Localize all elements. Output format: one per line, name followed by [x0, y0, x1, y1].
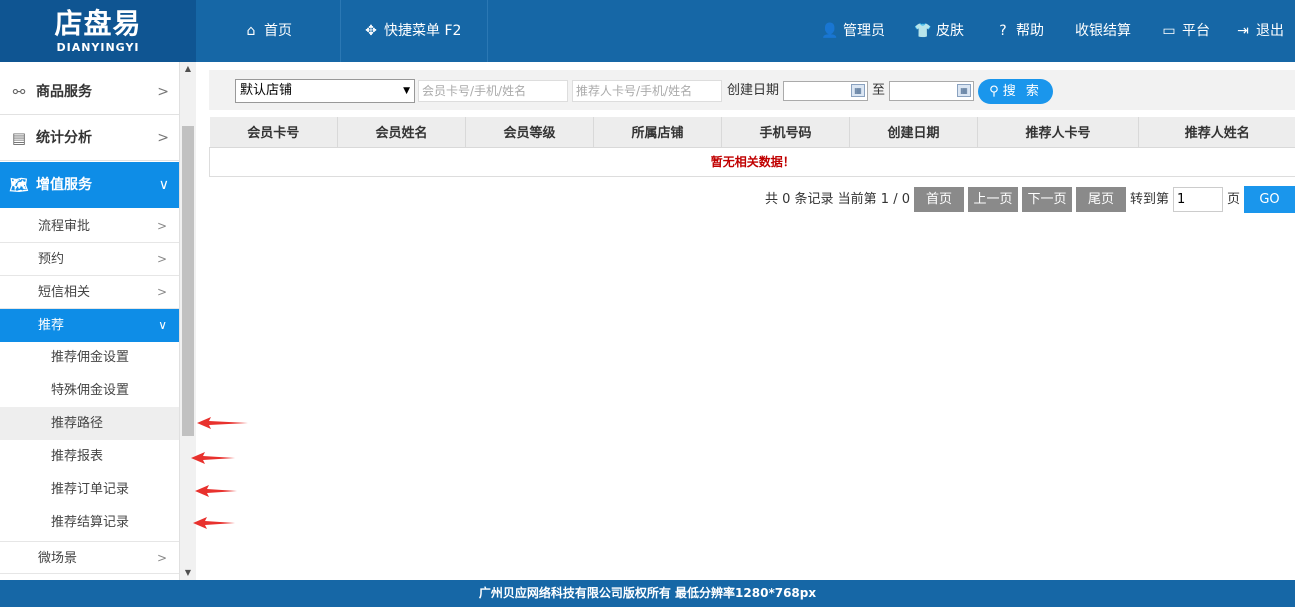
- chart-icon: ▤: [11, 129, 27, 147]
- copyright-text: 广州贝应网络科技有限公司版权所有 最低分辨率1280*768px: [478, 586, 817, 600]
- column-header: 推荐人姓名: [1138, 117, 1295, 148]
- sidebar-item-booking[interactable]: 预约 >: [0, 243, 179, 276]
- column-header: 会员姓名: [337, 117, 466, 148]
- end-date-input[interactable]: ▦: [889, 81, 974, 101]
- logout-icon: ⇥: [1237, 23, 1249, 39]
- red-arrow-icon: [191, 452, 235, 464]
- nav-skin[interactable]: 👕 皮肤: [914, 0, 964, 62]
- referrer-search-input[interactable]: 推荐人卡号/手机/姓名: [572, 80, 722, 102]
- dropdown-arrow-icon: ▼: [403, 86, 410, 96]
- scroll-down-icon[interactable]: ▼: [180, 566, 196, 580]
- store-select[interactable]: 默认店铺 ▼: [235, 79, 415, 103]
- search-button[interactable]: ⚲ 搜 索: [978, 79, 1053, 104]
- sidebar-item-approval[interactable]: 流程审批 >: [0, 210, 179, 243]
- nav-logout[interactable]: ⇥ 退出: [1234, 0, 1284, 62]
- nav-divider: [340, 0, 341, 62]
- nav-quick-menu[interactable]: ✥ 快捷菜单 F2: [362, 0, 461, 62]
- member-search-input[interactable]: 会员卡号/手机/姓名: [418, 80, 568, 102]
- logo[interactable]: 店盘易 DIANYINGYI: [0, 0, 196, 62]
- page-unit-label: 页: [1227, 192, 1241, 207]
- monitor-icon: ▭: [1162, 23, 1176, 39]
- link-icon: ⚯: [12, 83, 26, 101]
- search-icon: ⚲: [989, 84, 999, 99]
- column-header: 推荐人卡号: [977, 117, 1139, 148]
- footer: 广州贝应网络科技有限公司版权所有 最低分辨率1280*768px: [0, 580, 1295, 607]
- table-header-row: 会员卡号 会员姓名 会员等级 所属店铺 手机号码 创建日期 推荐人卡号 推荐人姓…: [209, 117, 1295, 148]
- nav-cashier[interactable]: 收银结算: [1075, 0, 1131, 62]
- sidebar-item-referral-settlement[interactable]: 推荐结算记录: [0, 506, 179, 539]
- chevron-right-icon: >: [156, 252, 167, 266]
- goto-label: 转到第: [1130, 192, 1170, 207]
- column-header: 手机号码: [721, 117, 850, 148]
- calendar-icon[interactable]: ▦: [851, 84, 865, 97]
- sidebar-item-value-added[interactable]: 🗺 增值服务 ∨: [0, 162, 179, 208]
- sidebar: ⚯ 商品服务 > ▤ 统计分析 > 🗺 增值服务 ∨ 流程审批 > 预约 > 短…: [0, 62, 179, 580]
- top-header: 店盘易 DIANYINGYI ⌂ 首页 ✥ 快捷菜单 F2 👤 管理员 👕 皮肤 ? 帮助…: [0, 0, 1295, 62]
- chevron-right-icon: >: [157, 84, 169, 100]
- empty-message: 暂无相关数据！: [209, 147, 1295, 177]
- sidebar-item-referral-commission[interactable]: 推荐佣金设置: [0, 341, 179, 374]
- go-button[interactable]: GO: [1244, 186, 1295, 213]
- sidebar-item-referral-orders[interactable]: 推荐订单记录: [0, 473, 179, 506]
- chevron-right-icon: >: [157, 130, 169, 146]
- column-header: 会员卡号: [209, 117, 338, 148]
- nav-admin[interactable]: 👤 管理员: [821, 0, 885, 62]
- chevron-right-icon: >: [156, 551, 167, 565]
- pager-summary: 共 0 条记录 当前第 1 / 0: [765, 192, 910, 207]
- move-icon: ✥: [365, 23, 377, 39]
- chevron-right-icon: >: [156, 219, 167, 233]
- home-icon: ⌂: [246, 23, 256, 39]
- map-icon: 🗺: [9, 176, 29, 194]
- nav-platform[interactable]: ▭ 平台: [1160, 0, 1210, 62]
- first-page-button[interactable]: 首页: [914, 187, 964, 212]
- sidebar-item-goods-service[interactable]: ⚯ 商品服务 >: [0, 69, 179, 115]
- red-arrow-icon: [197, 417, 248, 429]
- table-row: 暂无相关数据！: [209, 147, 1295, 177]
- start-date-input[interactable]: ▦: [783, 81, 868, 101]
- sidebar-item-statistics[interactable]: ▤ 统计分析 >: [0, 115, 179, 161]
- last-page-button[interactable]: 尾页: [1076, 187, 1126, 212]
- created-date-label: 创建日期: [727, 83, 780, 98]
- column-header: 所属店铺: [593, 117, 722, 148]
- column-header: 会员等级: [465, 117, 594, 148]
- sidebar-scrollbar[interactable]: ▲ ▼: [179, 62, 196, 580]
- column-header: 创建日期: [849, 117, 978, 148]
- sidebar-item-referral[interactable]: 推荐 ∨: [0, 309, 179, 342]
- calendar-icon[interactable]: ▦: [957, 84, 971, 97]
- logo-title: 店盘易: [54, 7, 142, 40]
- next-page-button[interactable]: 下一页: [1022, 187, 1072, 212]
- sidebar-item-special-commission[interactable]: 特殊佣金设置: [0, 374, 179, 407]
- nav-help[interactable]: ? 帮助: [994, 0, 1044, 62]
- help-icon: ?: [999, 23, 1007, 39]
- scrollbar-thumb[interactable]: [182, 126, 194, 436]
- chevron-right-icon: >: [156, 285, 167, 299]
- chevron-down-icon: ∨: [158, 318, 167, 332]
- red-arrow-icon: [195, 485, 237, 497]
- nav-home[interactable]: ⌂ 首页: [242, 0, 292, 62]
- member-table: 会员卡号 会员姓名 会员等级 所属店铺 手机号码 创建日期 推荐人卡号 推荐人姓…: [209, 117, 1295, 177]
- sidebar-item-sms[interactable]: 短信相关 >: [0, 276, 179, 309]
- date-to-label: 至: [872, 83, 886, 98]
- shirt-icon: 👕: [914, 23, 932, 39]
- nav-divider: [487, 0, 488, 62]
- red-arrow-icon: [193, 517, 235, 529]
- prev-page-button[interactable]: 上一页: [968, 187, 1018, 212]
- user-icon: 👤: [821, 23, 839, 39]
- scroll-up-icon[interactable]: ▲: [180, 62, 196, 76]
- logo-subtitle: DIANYINGYI: [56, 41, 140, 54]
- sidebar-item-micro-scene[interactable]: 微场景 >: [0, 541, 179, 574]
- chevron-down-icon: ∨: [158, 177, 169, 193]
- sidebar-item-referral-report[interactable]: 推荐报表: [0, 440, 179, 473]
- page-number-input[interactable]: 1: [1173, 187, 1223, 212]
- sidebar-item-referral-path[interactable]: 推荐路径: [0, 407, 179, 440]
